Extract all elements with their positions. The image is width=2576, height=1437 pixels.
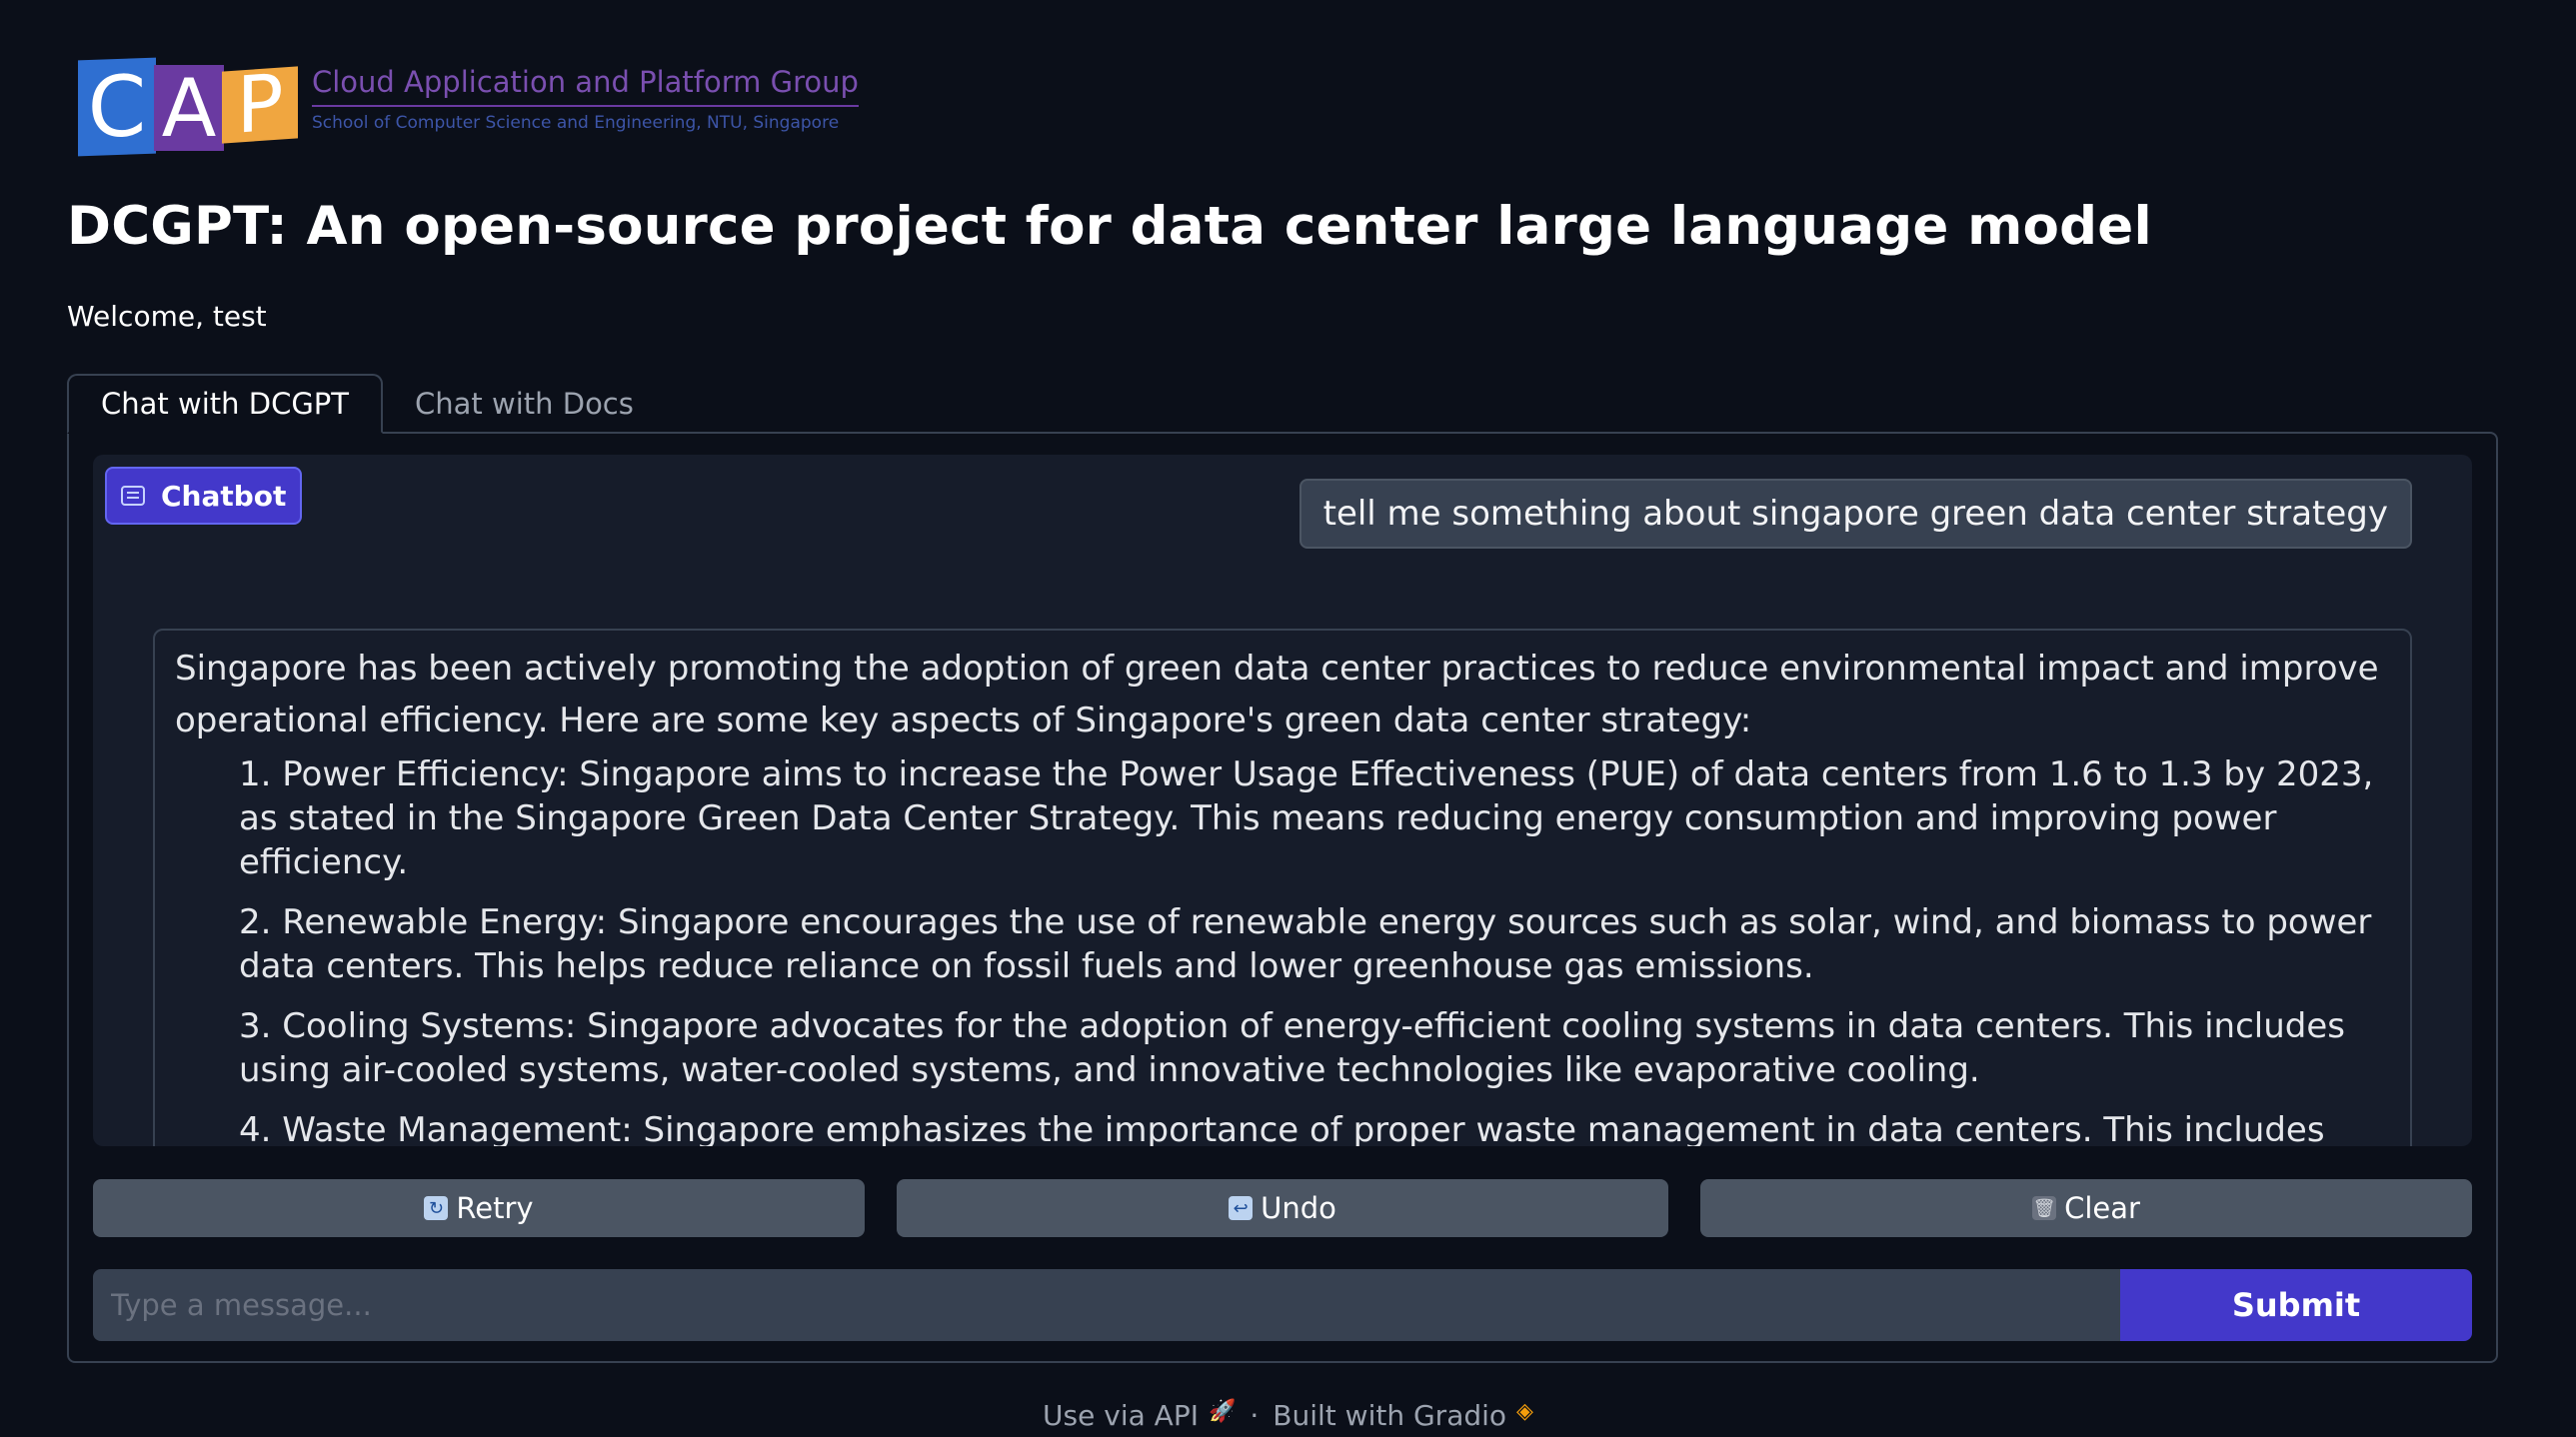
list-item: 4. Waste Management: Singapore emphasize…	[239, 1110, 2325, 1146]
undo-label: Undo	[1261, 1191, 1336, 1225]
rocket-icon: 🚀	[1208, 1399, 1237, 1424]
bot-message: Singapore has been actively promoting th…	[153, 629, 2412, 1146]
logo-letter-p: P	[222, 58, 298, 152]
list-item: 1. Power Efficiency: Singapore aims to i…	[239, 754, 2374, 882]
chatbot-label: Chatbot	[105, 467, 303, 525]
welcome-text: Welcome, test	[67, 300, 267, 333]
submit-button[interactable]: Submit	[2120, 1269, 2472, 1341]
user-message: tell me something about singapore green …	[1298, 479, 2412, 549]
retry-label: Retry	[456, 1191, 534, 1225]
chat-bubble-icon	[121, 486, 145, 506]
clear-button[interactable]: 🗑 Clear	[1700, 1179, 2472, 1237]
list-item: 2. Renewable Energy: Singapore encourage…	[239, 902, 2372, 986]
tab-chat-with-dcgpt[interactable]: Chat with DCGPT	[67, 374, 383, 434]
logo-subtitle: School of Computer Science and Engineeri…	[312, 113, 840, 133]
tab-bar: Chat with DCGPT Chat with Docs	[67, 374, 666, 434]
message-input[interactable]	[93, 1269, 2120, 1341]
chatbot-label-text: Chatbot	[161, 479, 287, 513]
list-item: 3. Cooling Systems: Singapore advocates …	[239, 1006, 2345, 1090]
undo-icon: ↩	[1229, 1196, 1254, 1220]
retry-button[interactable]: ↻ Retry	[93, 1179, 865, 1237]
cap-logo: C A P Cloud Application and Platform Gro…	[78, 55, 859, 157]
built-with-gradio-link[interactable]: Built with Gradio	[1273, 1399, 1506, 1432]
logo-text: Cloud Application and Platform Group Sch…	[312, 65, 859, 133]
cap-logo-mark: C A P	[78, 55, 298, 157]
use-via-api-link[interactable]: Use via API	[1043, 1399, 1199, 1432]
trash-icon: 🗑	[2032, 1196, 2057, 1220]
message-input-row: Submit	[93, 1269, 2472, 1341]
gradio-logo-icon: ◈	[1516, 1399, 1533, 1424]
retry-icon: ↻	[424, 1196, 449, 1220]
chatbot-area[interactable]: Chatbot tell me something about singapor…	[93, 455, 2472, 1146]
page-title: DCGPT: An open-source project for data c…	[67, 196, 2152, 257]
undo-button[interactable]: ↩ Undo	[897, 1179, 1668, 1237]
page: C A P Cloud Application and Platform Gro…	[0, 0, 2576, 1437]
logo-title: Cloud Application and Platform Group	[312, 65, 859, 107]
tab-chat-with-docs[interactable]: Chat with Docs	[383, 374, 666, 434]
footer-separator: ·	[1250, 1399, 1260, 1432]
logo-letter-a: A	[154, 62, 224, 155]
clear-label: Clear	[2064, 1191, 2140, 1225]
action-buttons: ↻ Retry ↩ Undo 🗑 Clear	[93, 1179, 2472, 1237]
logo-letter-c: C	[78, 57, 156, 157]
bot-message-list: 1. Power Efficiency: Singapore aims to i…	[239, 752, 2390, 1146]
footer: Use via API 🚀 · Built with Gradio ◈	[0, 1399, 2576, 1432]
bot-message-intro: Singapore has been actively promoting th…	[175, 649, 2379, 740]
